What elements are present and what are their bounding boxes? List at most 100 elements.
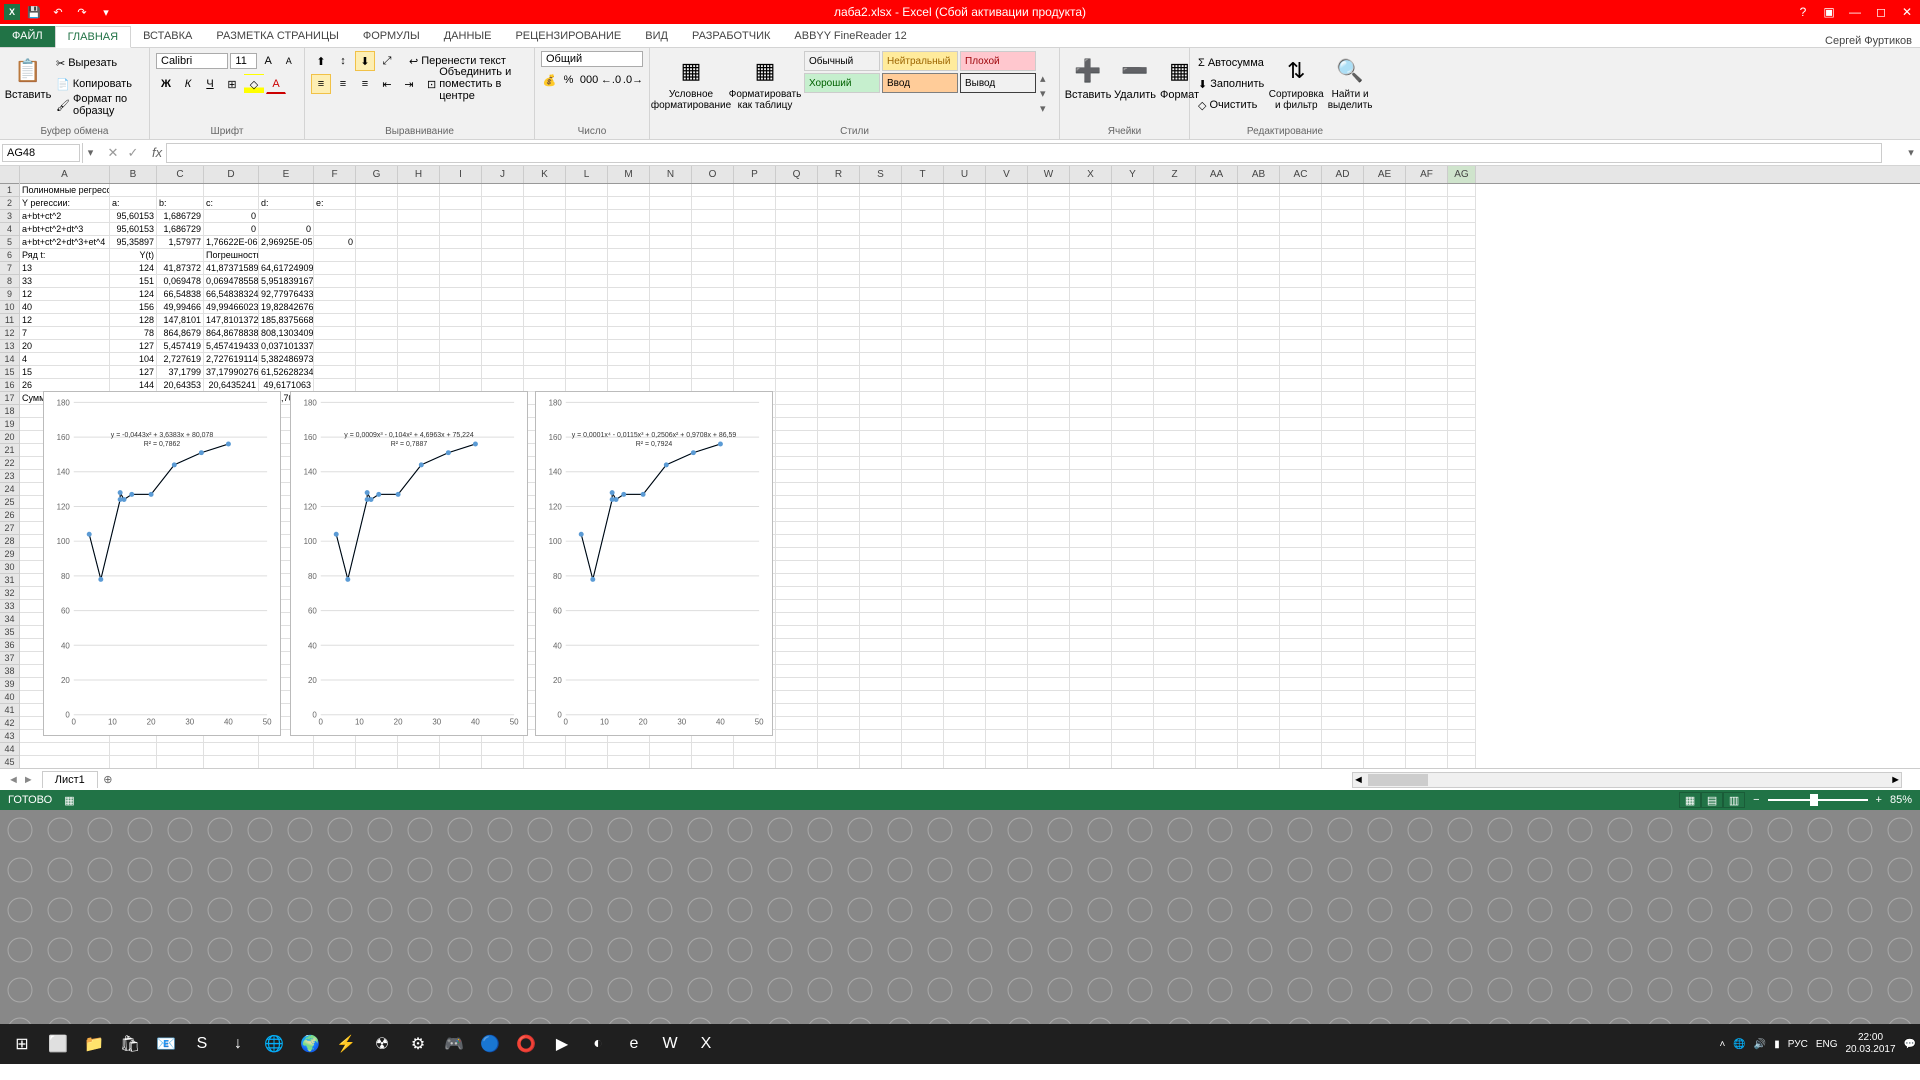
- cell[interactable]: [986, 756, 1028, 768]
- cell[interactable]: [1112, 548, 1154, 561]
- cell[interactable]: [566, 340, 608, 353]
- taskbar-app[interactable]: ⚡: [328, 1028, 364, 1060]
- cell[interactable]: [1406, 405, 1448, 418]
- cell[interactable]: [1112, 353, 1154, 366]
- cell[interactable]: [608, 743, 650, 756]
- cell[interactable]: [157, 249, 204, 262]
- cell[interactable]: [818, 678, 860, 691]
- cell[interactable]: [692, 756, 734, 768]
- cell[interactable]: [734, 288, 776, 301]
- cell[interactable]: 185,8375668: [259, 314, 314, 327]
- cell[interactable]: [1028, 366, 1070, 379]
- accept-formula-icon[interactable]: ✓: [124, 145, 142, 161]
- cell[interactable]: 127: [110, 366, 157, 379]
- cell[interactable]: [944, 561, 986, 574]
- cell[interactable]: [259, 756, 314, 768]
- cell[interactable]: [986, 457, 1028, 470]
- cell[interactable]: [902, 535, 944, 548]
- cell[interactable]: [1112, 366, 1154, 379]
- cell[interactable]: [1280, 483, 1322, 496]
- cell[interactable]: [1238, 249, 1280, 262]
- cell[interactable]: [1196, 418, 1238, 431]
- cell[interactable]: [818, 262, 860, 275]
- cell[interactable]: [1448, 509, 1476, 522]
- cell[interactable]: [944, 340, 986, 353]
- cell[interactable]: [944, 652, 986, 665]
- cell[interactable]: [1196, 366, 1238, 379]
- cell[interactable]: [398, 275, 440, 288]
- cell[interactable]: [1196, 379, 1238, 392]
- cell[interactable]: [157, 756, 204, 768]
- cell[interactable]: [818, 574, 860, 587]
- cell[interactable]: [1238, 665, 1280, 678]
- formula-input[interactable]: [166, 143, 1882, 163]
- cell[interactable]: [440, 366, 482, 379]
- cell[interactable]: [1154, 535, 1196, 548]
- cell[interactable]: 15: [20, 366, 110, 379]
- cell[interactable]: [1196, 678, 1238, 691]
- user-name[interactable]: Сергей Фуртиков: [1825, 35, 1912, 47]
- cell[interactable]: [20, 743, 110, 756]
- cell[interactable]: [1448, 275, 1476, 288]
- cell[interactable]: [1196, 483, 1238, 496]
- cell[interactable]: [566, 288, 608, 301]
- row-header[interactable]: 23: [0, 470, 19, 483]
- cell[interactable]: [1322, 678, 1364, 691]
- minimize-icon[interactable]: —: [1842, 1, 1868, 23]
- cell[interactable]: [1364, 327, 1406, 340]
- cell[interactable]: [314, 210, 356, 223]
- row-header[interactable]: 5: [0, 236, 19, 249]
- cell[interactable]: 5,457419433: [204, 340, 259, 353]
- cell[interactable]: [204, 756, 259, 768]
- help-icon[interactable]: ?: [1790, 1, 1816, 23]
- cell[interactable]: [1112, 509, 1154, 522]
- cell[interactable]: [734, 353, 776, 366]
- cell[interactable]: [776, 704, 818, 717]
- cell[interactable]: [1028, 457, 1070, 470]
- cell[interactable]: [1448, 327, 1476, 340]
- cell[interactable]: [944, 431, 986, 444]
- cell[interactable]: [1448, 691, 1476, 704]
- cell[interactable]: [1070, 379, 1112, 392]
- cell[interactable]: [650, 210, 692, 223]
- cell[interactable]: [860, 366, 902, 379]
- cell[interactable]: [860, 717, 902, 730]
- cell[interactable]: [1154, 288, 1196, 301]
- cell[interactable]: [1448, 652, 1476, 665]
- cell[interactable]: [1238, 301, 1280, 314]
- cell[interactable]: [608, 756, 650, 768]
- style-more-icon[interactable]: ▾: [1040, 102, 1046, 115]
- cell[interactable]: [1322, 353, 1364, 366]
- maximize-icon[interactable]: ◻: [1868, 1, 1894, 23]
- cell[interactable]: [1280, 600, 1322, 613]
- cell[interactable]: [1112, 327, 1154, 340]
- cell[interactable]: [1322, 223, 1364, 236]
- cell[interactable]: [818, 535, 860, 548]
- cell[interactable]: [566, 262, 608, 275]
- cell[interactable]: [1322, 496, 1364, 509]
- cell[interactable]: [776, 444, 818, 457]
- cell[interactable]: [902, 314, 944, 327]
- cell[interactable]: [776, 587, 818, 600]
- cell[interactable]: [1322, 522, 1364, 535]
- cell[interactable]: [1364, 223, 1406, 236]
- cell[interactable]: [1028, 509, 1070, 522]
- row-header[interactable]: 26: [0, 509, 19, 522]
- cell[interactable]: [1364, 496, 1406, 509]
- cell[interactable]: [1196, 353, 1238, 366]
- cell[interactable]: Ряд t:: [20, 249, 110, 262]
- cell[interactable]: [1280, 379, 1322, 392]
- cell[interactable]: 49,99466023: [204, 301, 259, 314]
- cell[interactable]: [776, 613, 818, 626]
- cell[interactable]: [524, 288, 566, 301]
- taskbar-app[interactable]: 📁: [76, 1028, 112, 1060]
- cell[interactable]: [1112, 704, 1154, 717]
- cell[interactable]: [1238, 496, 1280, 509]
- orientation-icon[interactable]: ⤢: [377, 51, 397, 71]
- cell[interactable]: [1280, 587, 1322, 600]
- row-header[interactable]: 15: [0, 366, 19, 379]
- cell[interactable]: [440, 223, 482, 236]
- cell[interactable]: [157, 184, 204, 197]
- font-selector[interactable]: Calibri: [156, 53, 228, 69]
- taskbar-app[interactable]: 🎮: [436, 1028, 472, 1060]
